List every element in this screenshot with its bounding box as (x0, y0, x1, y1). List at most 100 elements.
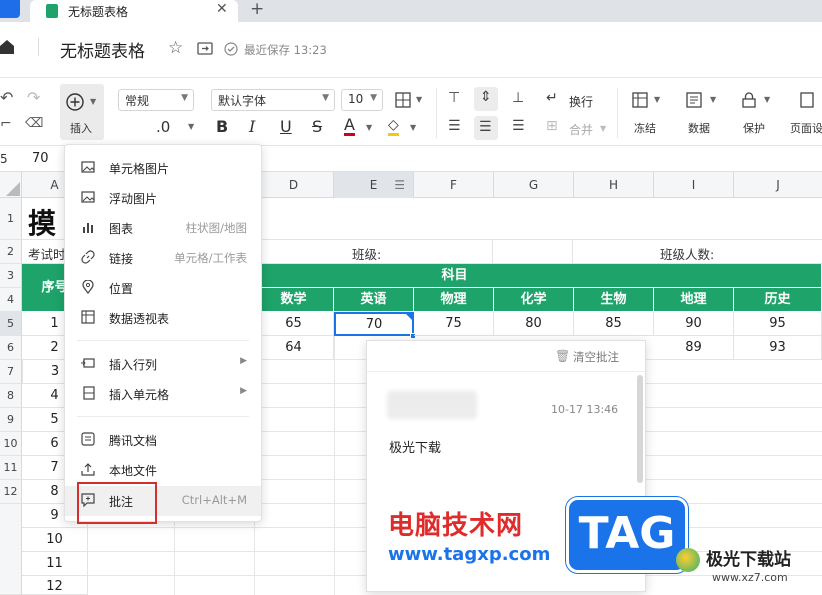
page-setup-button[interactable]: 页面设 (786, 88, 822, 138)
menu-item-link[interactable]: 链接 单元格/工作表 (65, 243, 261, 271)
clear-comments-button[interactable]: 清空批注 (573, 349, 619, 365)
exam-time-cell[interactable]: 考试时 (28, 244, 66, 263)
menu-item-insert-row-col[interactable]: 插入行列 ▶ (65, 349, 261, 377)
row-header[interactable]: 9 (0, 408, 22, 432)
score-cell[interactable]: 95 (734, 312, 822, 336)
comment-text[interactable]: 极光下载 (389, 437, 441, 456)
undo-icon[interactable]: ↶ (0, 88, 13, 107)
row-header[interactable]: 1 (0, 198, 22, 240)
browser-tab[interactable]: 无标题表格 ✕ (30, 0, 238, 22)
protect-button[interactable]: ▼ 保护 (736, 88, 780, 138)
menu-item-pivot-table[interactable]: 数据透视表 (65, 303, 261, 331)
column-header-d[interactable]: D (254, 172, 334, 198)
subject-cell[interactable]: 英语 (334, 288, 414, 312)
wrap-icon[interactable]: ↵ (546, 90, 558, 106)
align-right-icon[interactable]: ☰ (512, 118, 525, 134)
align-center-button[interactable]: ☰ (474, 116, 498, 140)
column-header-h[interactable]: H (574, 172, 654, 198)
select-all-corner[interactable] (0, 172, 22, 198)
align-middle-button[interactable]: ⇕ (474, 87, 498, 111)
chevron-down-icon[interactable]: ▼ (416, 95, 422, 104)
chevron-down-icon[interactable]: ▼ (600, 124, 606, 133)
font-size-select[interactable]: 10 ▼ (341, 89, 383, 111)
class-count-cell[interactable]: 班级人数: (660, 244, 714, 263)
column-header-g[interactable]: G (494, 172, 574, 198)
score-cell[interactable]: 85 (574, 312, 654, 336)
strikethrough-icon[interactable]: S (312, 117, 322, 136)
home-icon[interactable] (0, 39, 14, 55)
star-icon[interactable]: ☆ (168, 38, 183, 58)
menu-item-insert-cell[interactable]: 插入单元格 ▶ (65, 379, 261, 407)
seq-cell[interactable]: 12 (22, 576, 88, 595)
subject-cell[interactable]: 化学 (494, 288, 574, 312)
row-header[interactable]: 4 (0, 288, 22, 312)
insert-button[interactable]: ▼ 插入 (60, 84, 104, 140)
merge-icon[interactable]: ⊞ (546, 118, 558, 134)
merge-label[interactable]: 合并 (569, 121, 593, 138)
menu-item-chart[interactable]: 图表 柱状图/地图 (65, 213, 261, 241)
align-bottom-icon[interactable]: ⊥ (512, 90, 524, 106)
subject-cell[interactable]: 地理 (654, 288, 734, 312)
row-header[interactable]: 12 (0, 480, 22, 504)
menu-item-location[interactable]: 位置 (65, 273, 261, 301)
column-header-j[interactable]: J (734, 172, 822, 198)
scrollbar[interactable] (637, 375, 643, 483)
row-header[interactable]: 7 (0, 360, 22, 384)
filter-icon[interactable]: ☰ (394, 172, 405, 198)
underline-icon[interactable]: U (280, 117, 292, 136)
border-icon[interactable] (395, 92, 411, 108)
data-button[interactable]: ▼ 数据 (680, 88, 724, 138)
seq-cell[interactable]: 11 (22, 552, 88, 576)
decimal-button[interactable]: .0 (156, 118, 170, 136)
score-cell[interactable]: 89 (654, 336, 734, 360)
class-cell[interactable]: 班级: (352, 244, 381, 263)
new-tab-icon[interactable]: + (250, 0, 264, 19)
trash-icon[interactable]: 🗑 (555, 349, 570, 363)
font-family-select[interactable]: 默认字体 ▼ (211, 89, 335, 111)
formula-value[interactable]: 70 (32, 151, 49, 166)
menu-item-tencent-doc[interactable]: 腾讯文档 (65, 425, 261, 453)
row-header[interactable]: 11 (0, 456, 22, 480)
cell-reference[interactable]: 5 (0, 152, 8, 166)
menu-item-floating-image[interactable]: 浮动图片 (65, 183, 261, 211)
selected-score-cell[interactable]: 70 (334, 312, 414, 336)
bold-icon[interactable]: B (216, 117, 228, 136)
font-color-icon[interactable]: A (344, 117, 355, 136)
align-left-icon[interactable]: ☰ (448, 118, 461, 134)
row-header[interactable]: 10 (0, 432, 22, 456)
menu-item-cell-image[interactable]: 单元格图片 (65, 153, 261, 181)
row-header[interactable] (0, 504, 22, 595)
row-header[interactable]: 3 (0, 264, 22, 288)
wrap-label[interactable]: 换行 (569, 93, 593, 110)
row-header[interactable]: 5 (0, 312, 22, 336)
subject-cell[interactable]: 物理 (414, 288, 494, 312)
subject-cell[interactable]: 生物 (574, 288, 654, 312)
score-cell[interactable]: 93 (734, 336, 822, 360)
menu-item-local-file[interactable]: 本地文件 (65, 455, 261, 483)
column-header-i[interactable]: I (654, 172, 734, 198)
row-header[interactable]: 6 (0, 336, 22, 360)
format-painter-icon[interactable]: ⌐ (0, 116, 12, 132)
row-header[interactable]: 2 (0, 240, 22, 264)
row-header[interactable]: 8 (0, 384, 22, 408)
align-top-icon[interactable]: ⊤ (448, 90, 460, 106)
column-header-f[interactable]: F (414, 172, 494, 198)
eraser-icon[interactable]: ⌫ (25, 116, 43, 131)
score-cell[interactable]: 75 (414, 312, 494, 336)
fill-color-icon[interactable]: ◇ (388, 117, 399, 136)
chevron-down-icon[interactable]: ▼ (366, 123, 372, 132)
redo-icon[interactable]: ↷ (27, 88, 40, 107)
doc-title[interactable]: 无标题表格 (60, 37, 145, 62)
italic-icon[interactable]: I (249, 117, 255, 136)
subject-cell[interactable]: 数学 (254, 288, 334, 312)
seq-cell[interactable]: 10 (22, 528, 88, 552)
chevron-down-icon[interactable]: ▼ (188, 122, 194, 131)
column-header-e[interactable]: E ☰ (334, 172, 414, 198)
chevron-down-icon[interactable]: ▼ (410, 123, 416, 132)
score-cell[interactable]: 65 (254, 312, 334, 336)
score-cell[interactable]: 90 (654, 312, 734, 336)
close-tab-icon[interactable]: ✕ (216, 1, 228, 17)
score-cell[interactable]: 64 (254, 336, 334, 360)
score-cell[interactable]: 80 (494, 312, 574, 336)
move-folder-icon[interactable] (197, 42, 213, 55)
